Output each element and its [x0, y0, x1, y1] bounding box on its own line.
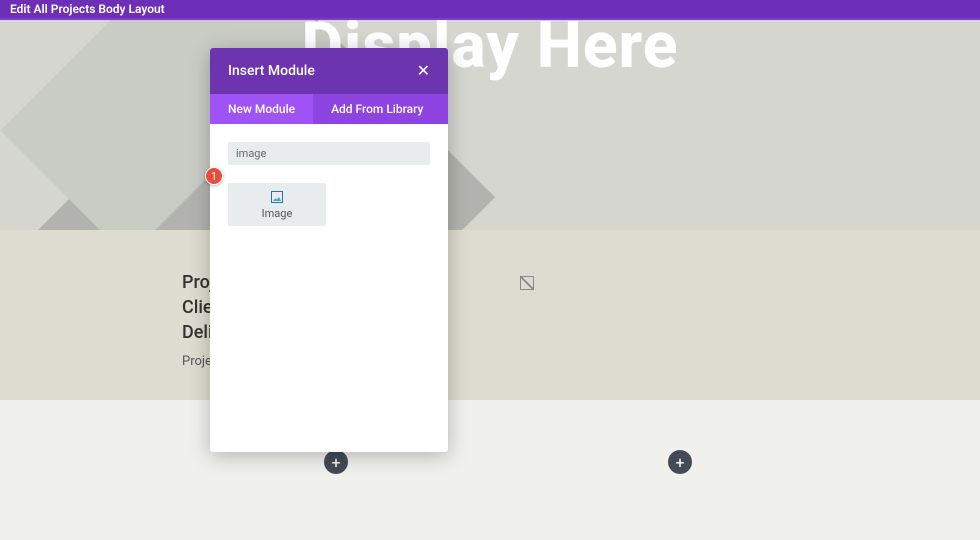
- module-grid: Image: [228, 183, 430, 226]
- close-icon[interactable]: ✕: [417, 63, 430, 79]
- add-section-button-left[interactable]: +: [324, 450, 348, 474]
- image-icon: [271, 191, 283, 203]
- module-label: Image: [232, 207, 322, 220]
- plus-icon: +: [675, 453, 684, 472]
- tab-add-from-library[interactable]: Add From Library: [313, 94, 441, 124]
- hero-section: Display Here: [0, 18, 980, 230]
- annotation-badge-1: 1: [205, 167, 223, 185]
- module-search-input[interactable]: [228, 142, 430, 165]
- top-bar-title: Edit All Projects Body Layout: [10, 2, 165, 16]
- insert-module-modal: Insert Module ✕ New Module Add From Libr…: [210, 48, 448, 452]
- modal-body: Image: [210, 124, 448, 244]
- modal-header: Insert Module ✕: [210, 48, 448, 94]
- modal-title: Insert Module: [228, 63, 315, 79]
- add-section-button-right[interactable]: +: [668, 450, 692, 474]
- tab-new-module[interactable]: New Module: [210, 94, 313, 124]
- top-bar-accent: [0, 18, 980, 20]
- modal-tabs: New Module Add From Library: [210, 94, 448, 124]
- broken-image-icon: [520, 276, 534, 290]
- top-bar: Edit All Projects Body Layout: [0, 0, 980, 18]
- badge-number: 1: [211, 170, 217, 183]
- bottom-section: + +: [0, 400, 980, 540]
- content-section: Proje Clier Deliv Projec: [0, 230, 980, 400]
- plus-icon: +: [331, 453, 340, 472]
- module-item-image[interactable]: Image: [228, 183, 326, 226]
